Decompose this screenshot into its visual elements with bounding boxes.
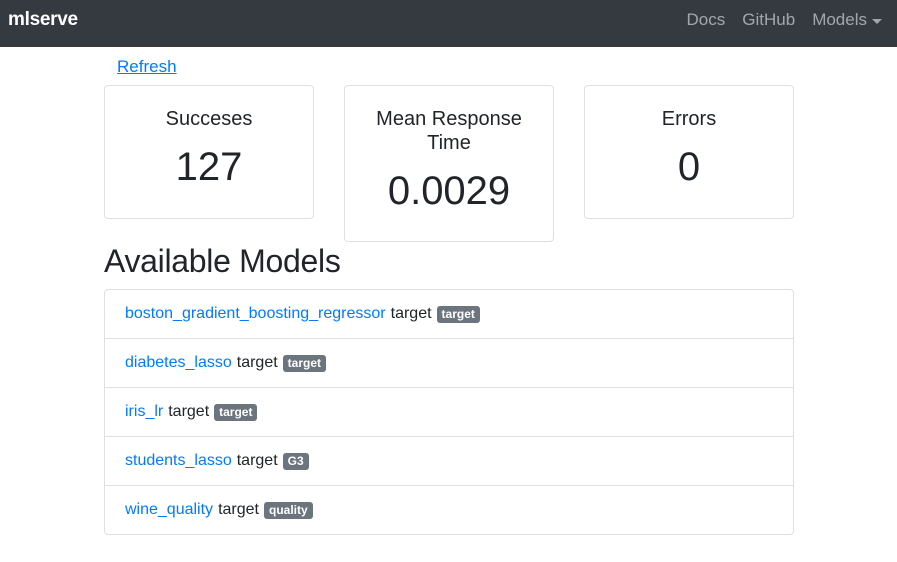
nav-github-link[interactable]: GitHub [742, 10, 795, 30]
chevron-down-icon [872, 18, 882, 24]
target-badge: target [436, 305, 480, 323]
navbar: mlserve Docs GitHub Models [0, 0, 897, 47]
target-badge: target [282, 354, 327, 372]
successes-value: 127 [175, 145, 243, 189]
target-label: target [236, 452, 278, 469]
errors-value: 0 [677, 145, 701, 189]
target-badge: target [214, 403, 258, 421]
brand-logo[interactable]: mlserve [8, 9, 78, 31]
models-list: boston_gradient_boosting_regressor targe… [104, 289, 794, 535]
nav-docs-link[interactable]: Docs [687, 10, 726, 30]
mean-response-title: Mean Response Time [376, 108, 522, 154]
nav-models-label: Models [812, 10, 867, 29]
list-item: wine_quality target quality [105, 486, 793, 534]
target-label: target [218, 501, 259, 518]
errors-title: Errors [661, 108, 717, 130]
nav-docs-label: Docs [686, 10, 726, 29]
model-link[interactable]: students_lasso [125, 452, 232, 470]
mean-response-value: 0.0029 [387, 169, 511, 213]
target-badge: G3 [282, 452, 309, 470]
list-item: students_lasso target G3 [105, 437, 793, 486]
target-label: target [236, 354, 278, 371]
nav-links: Docs GitHub Models [670, 10, 882, 30]
target-label: target [390, 305, 432, 322]
successes-card: Succeses 127 [104, 85, 314, 219]
model-link[interactable]: wine_quality [125, 501, 213, 519]
model-link[interactable]: boston_gradient_boosting_regressor [125, 305, 386, 323]
list-item: iris_lr target target [105, 388, 793, 437]
list-item: boston_gradient_boosting_regressor targe… [105, 290, 793, 339]
errors-card: Errors 0 [584, 85, 794, 219]
list-item: diabetes_lasso target target [105, 339, 793, 388]
successes-title: Succeses [165, 108, 253, 130]
section-title: Available Models [104, 243, 341, 279]
target-badge: quality [263, 501, 313, 519]
target-label: target [168, 403, 210, 420]
refresh-link[interactable]: Refresh [117, 57, 177, 77]
model-link[interactable]: diabetes_lasso [125, 354, 232, 372]
mean-response-card: Mean Response Time 0.0029 [344, 85, 554, 242]
nav-github-label: GitHub [742, 10, 796, 29]
model-link[interactable]: iris_lr [125, 403, 163, 421]
nav-models-dropdown[interactable]: Models [812, 10, 882, 30]
